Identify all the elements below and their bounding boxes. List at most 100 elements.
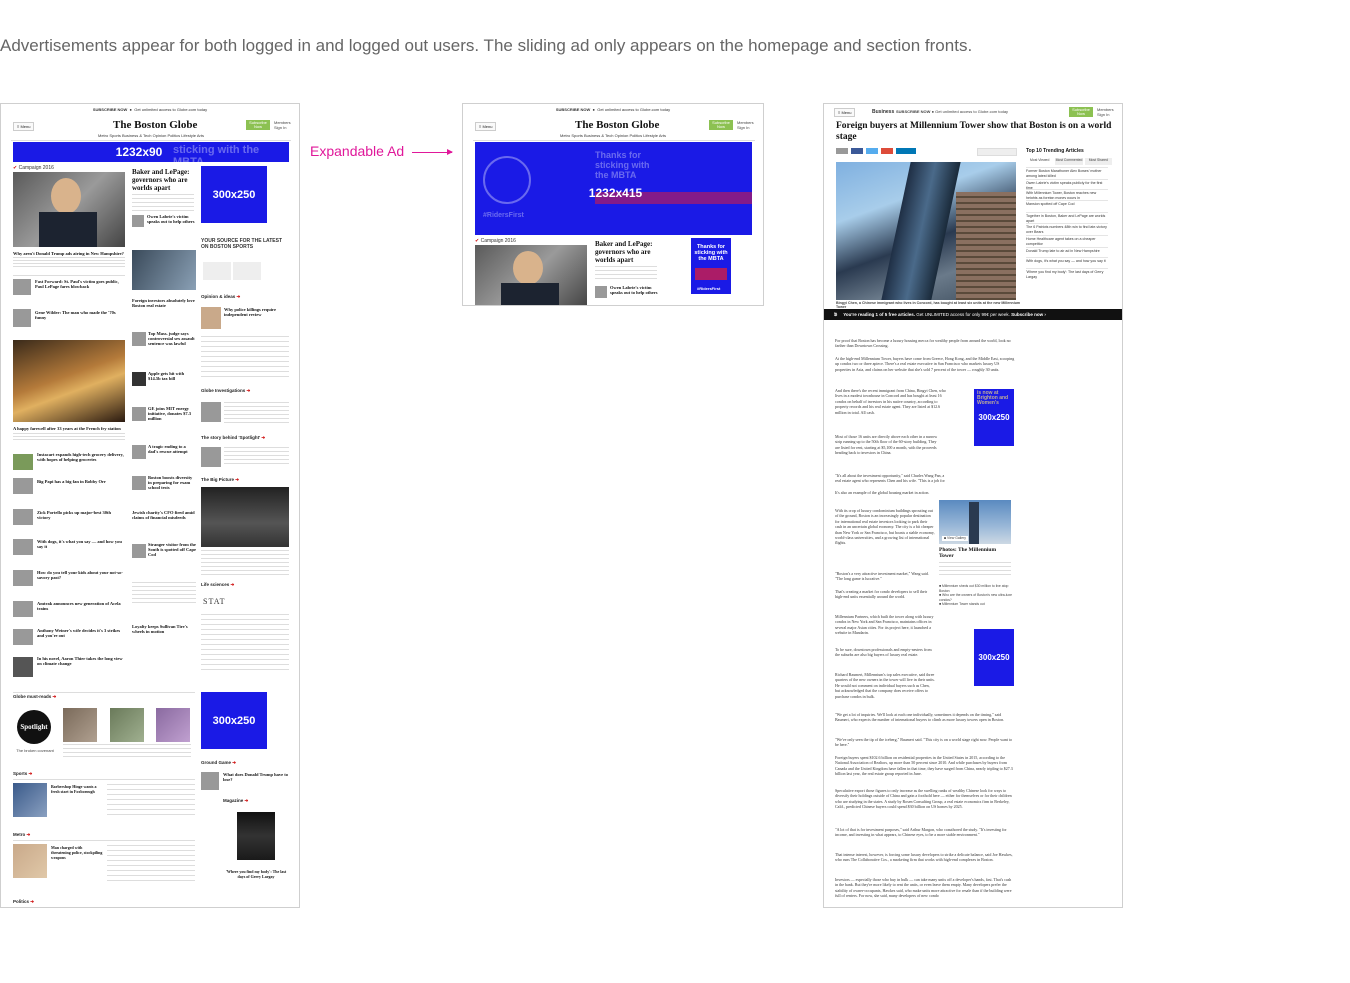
kids-thumb[interactable] bbox=[13, 570, 33, 586]
subscribe-button[interactable]: Subscribe Now bbox=[709, 120, 733, 130]
spotlight-badge[interactable]: Spotlight bbox=[17, 710, 51, 744]
stranger-thumb[interactable] bbox=[132, 544, 146, 558]
article-mr-ad-1[interactable]: is now at Brighton and Women's 300x250 bbox=[974, 389, 1014, 446]
meter-subscribe-link[interactable]: Subscribe now › bbox=[1011, 312, 1046, 317]
boston-boosts-headline[interactable]: Boston boosts diversity in preparing for… bbox=[148, 475, 196, 490]
expanded-ad[interactable]: Thanks for sticking with the MBTA #Rider… bbox=[475, 142, 752, 235]
side-ad[interactable]: Thanks for sticking with the MBTA #Rider… bbox=[691, 238, 731, 294]
big-picture-section[interactable]: The Big Picture bbox=[201, 477, 239, 483]
facebook-icon[interactable] bbox=[851, 148, 863, 154]
instacart-thumb[interactable] bbox=[13, 454, 33, 470]
related-links[interactable]: ■ Millennium sheds out $30 million to li… bbox=[939, 584, 1014, 607]
zick-headline[interactable]: Zick Portello picks up major-best 30th v… bbox=[37, 510, 125, 520]
email-icon[interactable] bbox=[836, 148, 848, 154]
trending-item-7[interactable]: Home Healthcare agent takes on a cheaper… bbox=[1026, 235, 1108, 246]
foreign-investors-headline[interactable]: Foreign investors absolutely love Boston… bbox=[132, 298, 196, 308]
magazine-caption[interactable]: 'Where you find my body': The last days … bbox=[223, 869, 289, 879]
article-mr-ad-2[interactable]: 300x250 bbox=[974, 629, 1014, 686]
anthony-headline[interactable]: Anthony Weiner's wife decides it's 3 str… bbox=[37, 628, 125, 638]
dogs-thumb[interactable] bbox=[13, 539, 33, 555]
menu-button[interactable]: ≡ Menu bbox=[834, 108, 856, 117]
apple-headline[interactable]: Apple gets hit with $14.5b tax bill bbox=[148, 371, 196, 381]
photos-title[interactable]: Photos: The Millennium Tower bbox=[939, 547, 1011, 559]
investigation-thumb[interactable] bbox=[201, 402, 221, 422]
view-gallery-button[interactable]: ◙ View Gallery bbox=[942, 536, 968, 541]
barbershop-headline[interactable]: Barbershop Hinge wants a fresh start in … bbox=[51, 784, 103, 794]
big-papi-headline[interactable]: Big Papi has a big fan in Bobby Orr bbox=[37, 479, 125, 484]
trending-item-4[interactable]: With Millennium Tower, Boston reaches ne… bbox=[1026, 189, 1108, 199]
trump-photo[interactable] bbox=[475, 245, 587, 305]
related-link[interactable]: ■ Millennium sheds out $30 million to li… bbox=[939, 584, 1014, 593]
stranger-headline[interactable]: Stranger visitor from the South is spott… bbox=[148, 542, 196, 557]
trending-item-5[interactable]: Together in Boston, Baker and LePage are… bbox=[1026, 212, 1108, 223]
globe-investigations-section[interactable]: Globe Investigations bbox=[201, 388, 250, 394]
members-signin[interactable]: Members Sign In bbox=[737, 120, 754, 130]
jewish-headline[interactable]: Jewish charity's CFO fired amid claims o… bbox=[132, 510, 196, 520]
subscribe-button[interactable]: Subscribe Now bbox=[246, 120, 270, 130]
trending-item-6[interactable]: The 6 Patriots numbers 48th win to find … bbox=[1026, 223, 1108, 234]
opinion-thumb[interactable] bbox=[201, 307, 221, 329]
building-photo[interactable] bbox=[132, 250, 196, 290]
mr-ad-bottom[interactable]: 300x250 bbox=[201, 692, 267, 749]
must-read-thumb[interactable] bbox=[156, 708, 190, 742]
share-bar[interactable] bbox=[836, 148, 926, 156]
linkedin-icon[interactable] bbox=[896, 148, 916, 154]
print-comment-tools[interactable] bbox=[977, 148, 1017, 156]
amtrak-headline[interactable]: Amtrak announces new generation of Acela… bbox=[37, 601, 125, 611]
big-picture-photo[interactable] bbox=[201, 487, 289, 547]
members-signin[interactable]: Members Sign In bbox=[1097, 107, 1114, 117]
ground-game-section[interactable]: Ground Game bbox=[201, 760, 236, 766]
man-charged-headline[interactable]: Man charged with threatening police, sto… bbox=[51, 845, 103, 860]
gene-wilder-thumb[interactable] bbox=[13, 309, 31, 327]
site-logo[interactable]: The Boston Globe bbox=[113, 119, 197, 131]
lead-headline[interactable]: Baker and LePage: governors who are worl… bbox=[132, 168, 196, 192]
amtrak-thumb[interactable] bbox=[13, 601, 33, 617]
farewell-headline[interactable]: A happy farewell after 33 years at the F… bbox=[13, 426, 125, 431]
subscribe-banner[interactable]: SUBSCRIBE NOW ● Get unlimited access to … bbox=[463, 107, 763, 115]
must-reads-section[interactable]: Globe must-reads bbox=[13, 694, 56, 700]
zick-thumb[interactable] bbox=[13, 509, 33, 525]
trending-item-10[interactable]: 'Where you find my body': The last days … bbox=[1026, 268, 1108, 279]
magazine-section[interactable]: Magazine bbox=[223, 798, 248, 804]
magazine-cover[interactable] bbox=[237, 812, 275, 860]
big-papi-thumb[interactable] bbox=[13, 478, 33, 494]
stat-logo[interactable]: STAT bbox=[203, 597, 225, 606]
boston-boosts-thumb[interactable] bbox=[132, 476, 146, 490]
main-nav[interactable]: Metro Sports Business & Tech Opinion Pol… bbox=[86, 133, 216, 138]
police-killings-headline[interactable]: Why police killings require independent … bbox=[224, 307, 289, 317]
section-label[interactable]: Business bbox=[872, 109, 894, 115]
tab-most-viewed[interactable]: Most Viewed bbox=[1026, 158, 1053, 165]
sports-section[interactable]: Sports bbox=[13, 771, 32, 777]
ground-thumb[interactable] bbox=[201, 772, 219, 790]
menu-button[interactable]: ≡ Menu bbox=[475, 122, 497, 131]
tower-photo[interactable] bbox=[836, 162, 1016, 300]
related-link[interactable]: ■ Millennium Tower stands out bbox=[939, 602, 1014, 607]
trump-photo[interactable] bbox=[13, 172, 125, 247]
trending-tabs[interactable]: Most Viewed Most Commented Most Shared bbox=[1026, 158, 1112, 165]
gallery-photo[interactable]: ◙ View Gallery bbox=[939, 500, 1011, 544]
spotlight-thumb[interactable] bbox=[201, 447, 221, 467]
story-behind-section[interactable]: The story behind 'Spotlight' bbox=[201, 435, 265, 441]
site-logo[interactable]: The Boston Globe bbox=[575, 119, 659, 131]
trending-item-9[interactable]: With dogs, it's what you say — and how y… bbox=[1026, 257, 1108, 264]
gene-wilder-headline[interactable]: Gene Wilder: The man who made the '70s f… bbox=[35, 310, 125, 320]
article-meter-bar[interactable]: 𝔅 You're reading 1 of 5 free articles. G… bbox=[824, 309, 1122, 320]
ge-headline[interactable]: GE joins MIT energy initiative, donates … bbox=[148, 406, 196, 421]
top-mass-headline[interactable]: Top Mass. judge says controversial sex a… bbox=[148, 331, 196, 346]
tab-most-shared[interactable]: Most Shared bbox=[1084, 158, 1112, 165]
instacart-headline[interactable]: Instacart expands high-tech grocery deli… bbox=[37, 452, 125, 462]
must-read-thumb[interactable] bbox=[63, 708, 97, 742]
rescue-headline[interactable]: A tragic ending to a dad's rescue attemp… bbox=[148, 444, 196, 454]
main-nav[interactable]: Metro Sports Business & Tech Opinion Pol… bbox=[548, 133, 678, 138]
life-sciences-section[interactable]: Life sciences bbox=[201, 582, 234, 588]
ge-thumb[interactable] bbox=[132, 407, 146, 421]
anthony-thumb[interactable] bbox=[13, 629, 33, 645]
trending-item-8[interactable]: Donald Trump late to air ad in New Hamps… bbox=[1026, 247, 1108, 254]
subscribe-banner[interactable]: SUBSCRIBE NOW ● Get unlimited access to … bbox=[1, 107, 299, 115]
related-link[interactable]: ■ Who are the owners of Boston's new ult… bbox=[939, 593, 1014, 602]
menu-button[interactable]: ≡ Menu bbox=[13, 122, 35, 131]
campaign-label[interactable]: ✔ Campaign 2016 bbox=[475, 238, 516, 244]
kids-savory-headline[interactable]: How do you tell your kids about your not… bbox=[37, 570, 125, 580]
thier-thumb[interactable] bbox=[13, 657, 33, 677]
owen-headline[interactable]: Owen Labrie's victim speaks out to help … bbox=[610, 285, 660, 295]
